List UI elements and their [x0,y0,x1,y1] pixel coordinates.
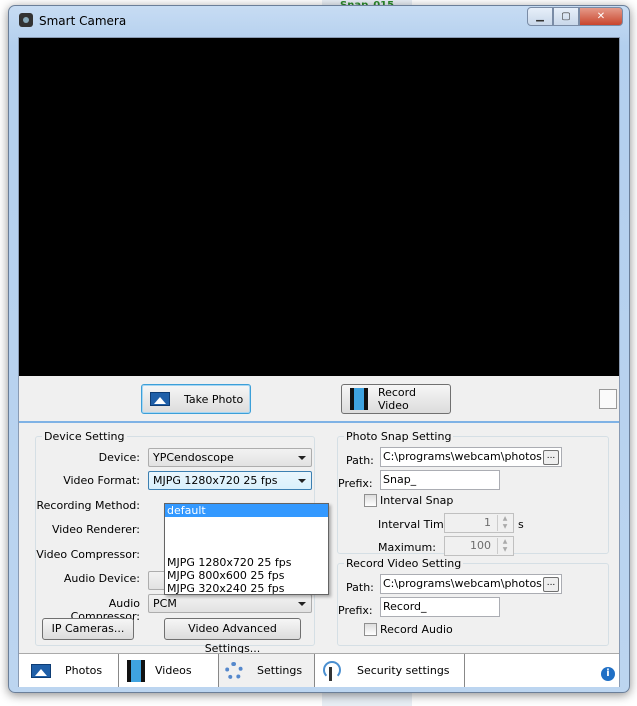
ip-cameras-button[interactable]: IP Cameras... [42,618,134,640]
minimize-button[interactable]: ▁ [527,7,553,26]
photo-path-input[interactable]: C:\programs\webcam\photos... [380,447,562,467]
camera-icon [19,13,33,27]
chevron-down-icon [298,602,306,606]
record-video-group: Record Video Setting Path: C:\programs\w… [337,557,609,646]
window-title: Smart Camera [39,14,127,28]
path-label: Path: [346,581,374,594]
film-icon [127,659,145,682]
collapse-panel-icon[interactable] [599,389,617,409]
maximize-button[interactable]: ▢ [553,7,579,26]
chevron-down-icon [298,456,306,460]
interval-snap-label: Interval Snap [380,494,454,507]
browse-button[interactable]: ... [543,577,559,592]
browse-button[interactable]: ... [543,450,559,465]
video-preview [19,38,619,376]
photo-snap-group: Photo Snap Setting Path: C:\programs\web… [337,430,609,556]
record-video-title: Record Video Setting [344,557,464,570]
device-setting-group: Device Setting Device: YPCendoscope Vide… [35,430,329,655]
dropdown-blank [165,517,328,556]
interval-time-value: 1 [484,516,491,529]
video-format-value: MJPG 1280x720 25 fps [153,474,278,487]
tab-label: Photos [65,664,103,677]
prefix-label: Prefix: [338,477,373,490]
photo-path-value: C:\programs\webcam\photos [383,450,542,463]
spinner-arrows-icon[interactable]: ▲ ▼ [497,538,512,554]
record-audio-label: Record Audio [380,623,453,636]
video-advanced-settings-button[interactable]: Video Advanced Settings... [164,618,301,655]
antenna-icon [323,660,341,681]
dropdown-option[interactable]: MJPG 800x600 25 fps [165,569,328,582]
take-photo-button[interactable]: Take Photo [141,384,251,414]
app-window: Smart Camera ▁ ▢ ✕ Take Photo Record Vid… [8,5,630,693]
chevron-down-icon [298,479,306,483]
tab-label: Videos [155,664,192,677]
tab-label: Settings [257,664,303,677]
record-video-label: Record Video [377,386,416,412]
video-renderer-label: Video Renderer: [51,523,140,536]
interval-time-stepper[interactable]: 1 ▲ ▼ [444,513,514,533]
spinner-arrows-icon[interactable]: ▲ ▼ [497,515,512,531]
dropdown-option[interactable]: MJPG 1280x720 25 fps [165,556,328,569]
maximum-label: Maximum: [378,541,436,554]
audio-device-label: Audio Device: [63,572,140,585]
tab-label: Security settings [357,664,450,677]
video-path-input[interactable]: C:\programs\webcam\photos... [380,574,562,594]
photo-prefix-input[interactable]: Snap_ [380,470,500,490]
video-format-label: Video Format: [63,474,140,487]
bottom-tabs: Photos Videos Settings Security settings… [19,653,619,687]
take-photo-label: Take Photo [184,392,244,406]
video-compressor-label: Video Compressor: [36,548,140,561]
device-value: YPCendoscope [153,451,234,464]
tab-security-settings[interactable]: Security settings [315,654,465,687]
photo-icon [31,663,51,678]
record-video-button[interactable]: Record Video [341,384,451,414]
photo-snap-title: Photo Snap Setting [344,430,454,443]
interval-snap-checkbox[interactable] [364,494,377,507]
path-label: Path: [346,454,374,467]
maximum-stepper[interactable]: 100 ▲ ▼ [444,536,514,556]
dropdown-option[interactable]: MJPG 320x240 25 fps [165,582,328,595]
video-format-select[interactable]: MJPG 1280x720 25 fps [148,471,312,490]
video-prefix-input[interactable]: Record_ [380,597,500,617]
device-label: Device: [98,451,140,464]
photo-prefix-value: Snap_ [383,473,417,486]
interval-time-label: Interval Time: [378,518,455,531]
close-button[interactable]: ✕ [579,7,623,26]
interval-unit: s [518,518,524,531]
info-icon[interactable]: i [601,667,615,681]
film-icon [350,388,368,410]
audio-compressor-value: PCM [153,597,177,610]
tab-photos[interactable]: Photos [23,654,119,687]
video-prefix-value: Record_ [383,600,427,613]
device-setting-title: Device Setting [42,430,127,443]
maximum-value: 100 [470,539,491,552]
video-format-dropdown: default MJPG 1280x720 25 fps MJPG 800x60… [164,503,329,595]
photo-icon [150,392,170,406]
tab-settings[interactable]: Settings [219,654,315,687]
video-path-value: C:\programs\webcam\photos [383,577,542,590]
gear-icon [225,661,243,680]
tab-videos[interactable]: Videos [119,654,219,687]
dropdown-option[interactable]: default [165,504,328,517]
prefix-label: Prefix: [338,604,373,617]
recording-method-label: Recording Method: [36,499,140,512]
record-audio-checkbox[interactable] [364,623,377,636]
device-select[interactable]: YPCendoscope [148,448,312,467]
audio-compressor-select[interactable]: PCM [148,594,312,613]
